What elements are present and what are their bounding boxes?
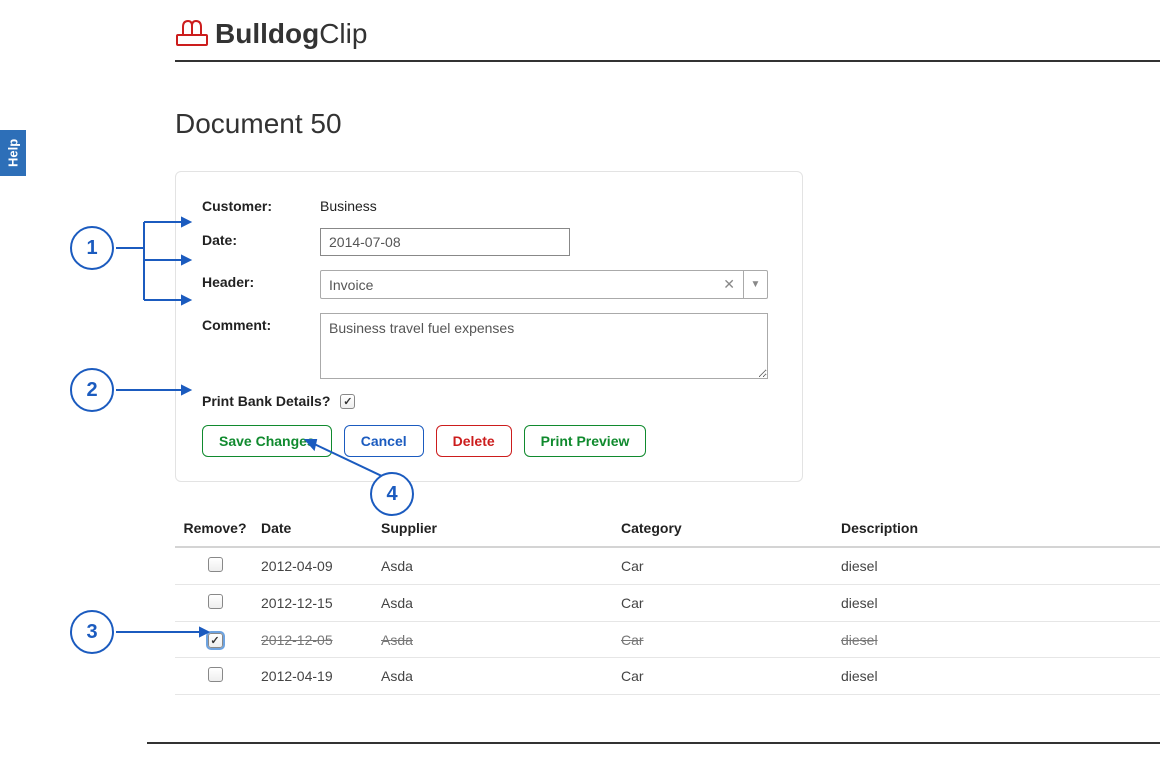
annotation-2: 2 (70, 368, 114, 412)
logo-clip-icon (175, 17, 209, 52)
document-form: Customer: Business Date: Header: Invoice… (175, 171, 803, 482)
cell-category: Car (615, 585, 835, 622)
date-input[interactable] (320, 228, 570, 256)
customer-label: Customer: (202, 194, 320, 214)
comment-label: Comment: (202, 313, 320, 333)
cell-supplier: Asda (375, 547, 615, 585)
remove-checkbox[interactable] (208, 594, 223, 609)
col-category: Category (615, 510, 835, 547)
remove-checkbox[interactable] (208, 633, 223, 648)
table-row: 2012-12-05AsdaCardiesel (175, 622, 1160, 658)
cancel-button[interactable]: Cancel (344, 425, 424, 457)
bank-details-label: Print Bank Details? (202, 393, 330, 409)
cell-category: Car (615, 547, 835, 585)
cell-date: 2012-12-15 (255, 585, 375, 622)
col-description: Description (835, 510, 1160, 547)
col-date: Date (255, 510, 375, 547)
chevron-down-icon[interactable]: ▼ (744, 270, 768, 299)
logo-text: BulldogClip (215, 18, 367, 50)
app-header: BulldogClip (175, 14, 1160, 62)
table-row: 2012-04-09AsdaCardiesel (175, 547, 1160, 585)
cell-date: 2012-04-19 (255, 658, 375, 695)
cell-description: diesel (835, 547, 1160, 585)
cell-supplier: Asda (375, 658, 615, 695)
header-value: Invoice (329, 277, 373, 293)
delete-button[interactable]: Delete (436, 425, 512, 457)
footer-divider (147, 742, 1160, 744)
cell-category: Car (615, 658, 835, 695)
cell-supplier: Asda (375, 622, 615, 658)
page-title: Document 50 (175, 108, 342, 140)
comment-textarea[interactable] (320, 313, 768, 379)
save-button[interactable]: Save Changes (202, 425, 332, 457)
cell-supplier: Asda (375, 585, 615, 622)
print-preview-button[interactable]: Print Preview (524, 425, 647, 457)
remove-checkbox[interactable] (208, 667, 223, 682)
help-tab[interactable]: Help (0, 130, 26, 176)
cell-description: diesel (835, 658, 1160, 695)
bank-details-checkbox[interactable] (340, 394, 355, 409)
cell-description: diesel (835, 585, 1160, 622)
cell-description: diesel (835, 622, 1160, 658)
col-remove: Remove? (175, 510, 255, 547)
col-supplier: Supplier (375, 510, 615, 547)
cell-date: 2012-04-09 (255, 547, 375, 585)
header-label: Header: (202, 270, 320, 290)
table-row: 2012-04-19AsdaCardiesel (175, 658, 1160, 695)
table-row: 2012-12-15AsdaCardiesel (175, 585, 1160, 622)
clear-icon[interactable]: ✕ (715, 276, 735, 293)
line-items-table: Remove? Date Supplier Category Descripti… (175, 510, 1160, 695)
cell-category: Car (615, 622, 835, 658)
remove-checkbox[interactable] (208, 557, 223, 572)
header-combobox[interactable]: Invoice ✕ ▼ (320, 270, 768, 299)
date-label: Date: (202, 228, 320, 248)
annotation-1: 1 (70, 226, 114, 270)
customer-value: Business (320, 194, 377, 214)
cell-date: 2012-12-05 (255, 622, 375, 658)
annotation-3: 3 (70, 610, 114, 654)
